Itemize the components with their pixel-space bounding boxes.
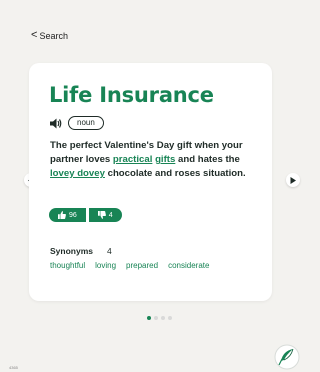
- downvote-count: 4: [108, 211, 113, 219]
- arrow-right-icon: [290, 176, 296, 184]
- page-dot-1[interactable]: [147, 316, 151, 320]
- synonym-item[interactable]: loving: [95, 261, 116, 270]
- synonyms-count: 4: [107, 246, 112, 256]
- definition-link-practical[interactable]: practical: [113, 154, 152, 165]
- definition-link-lovey-dovey[interactable]: lovey dovey: [50, 168, 105, 179]
- upvote-count: 96: [69, 211, 77, 219]
- chevron-left-icon: <: [31, 29, 38, 41]
- definition-segment: chocolate and roses situation.: [104, 168, 246, 179]
- synonym-item[interactable]: prepared: [126, 261, 158, 270]
- page-dot-4[interactable]: [168, 316, 172, 320]
- definition-text: The perfect Valentine's Day gift when yo…: [50, 139, 262, 181]
- speaker-icon[interactable]: [50, 118, 62, 129]
- word-meta: noun: [50, 116, 104, 130]
- vote-group: 96 4: [49, 208, 122, 222]
- footer-tag: 4365: [9, 365, 18, 370]
- downvote-button[interactable]: 4: [88, 208, 122, 222]
- definition-segment: and hates the: [175, 154, 240, 165]
- page-dot-2[interactable]: [154, 316, 158, 320]
- definition-link-gifts[interactable]: gifts: [155, 154, 175, 165]
- thumbs-up-icon: [58, 211, 66, 219]
- synonym-item[interactable]: thoughtful: [50, 261, 85, 270]
- part-of-speech-badge: noun: [68, 116, 104, 130]
- synonyms-label: Synonyms: [50, 246, 93, 256]
- page-dot-3[interactable]: [161, 316, 165, 320]
- synonym-item[interactable]: considerate: [168, 261, 209, 270]
- back-label: Search: [39, 30, 68, 41]
- word-card: Life Insurance noun The perfect Valentin…: [29, 63, 272, 301]
- upvote-button[interactable]: 96: [49, 208, 86, 222]
- feather-logo-icon[interactable]: [274, 344, 300, 370]
- thumbs-down-icon: [97, 211, 106, 219]
- next-card-button[interactable]: [286, 173, 300, 187]
- synonyms-list: thoughtful loving prepared considerate: [50, 261, 209, 270]
- back-button[interactable]: < Search: [31, 30, 68, 41]
- synonyms-header: Synonyms 4: [50, 246, 112, 256]
- pagination-dots: [147, 316, 172, 320]
- word-title: Life Insurance: [49, 83, 214, 107]
